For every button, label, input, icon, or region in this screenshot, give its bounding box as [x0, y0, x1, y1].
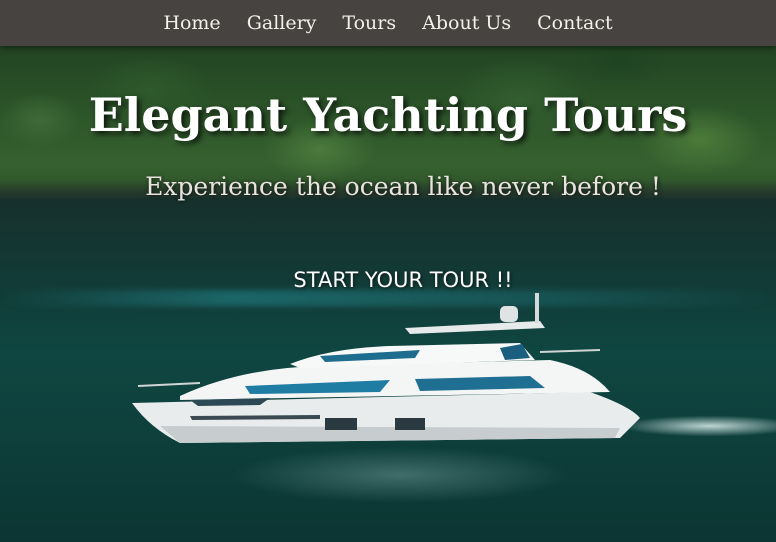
- nav-link-about-us[interactable]: About Us: [422, 12, 511, 34]
- start-tour-button[interactable]: START YOUR TOUR !!: [268, 263, 538, 297]
- yacht-image: [132, 293, 640, 443]
- hero-title: Elegant Yachting Tours: [88, 88, 688, 142]
- nav-link-gallery[interactable]: Gallery: [247, 12, 317, 34]
- nav-link-tours[interactable]: Tours: [342, 12, 396, 34]
- nav-link-home[interactable]: Home: [163, 12, 220, 34]
- main-navbar: Home Gallery Tours About Us Contact: [0, 0, 776, 46]
- nav-link-contact[interactable]: Contact: [537, 12, 612, 34]
- hero-subtitle: Experience the ocean like never before !: [145, 172, 661, 201]
